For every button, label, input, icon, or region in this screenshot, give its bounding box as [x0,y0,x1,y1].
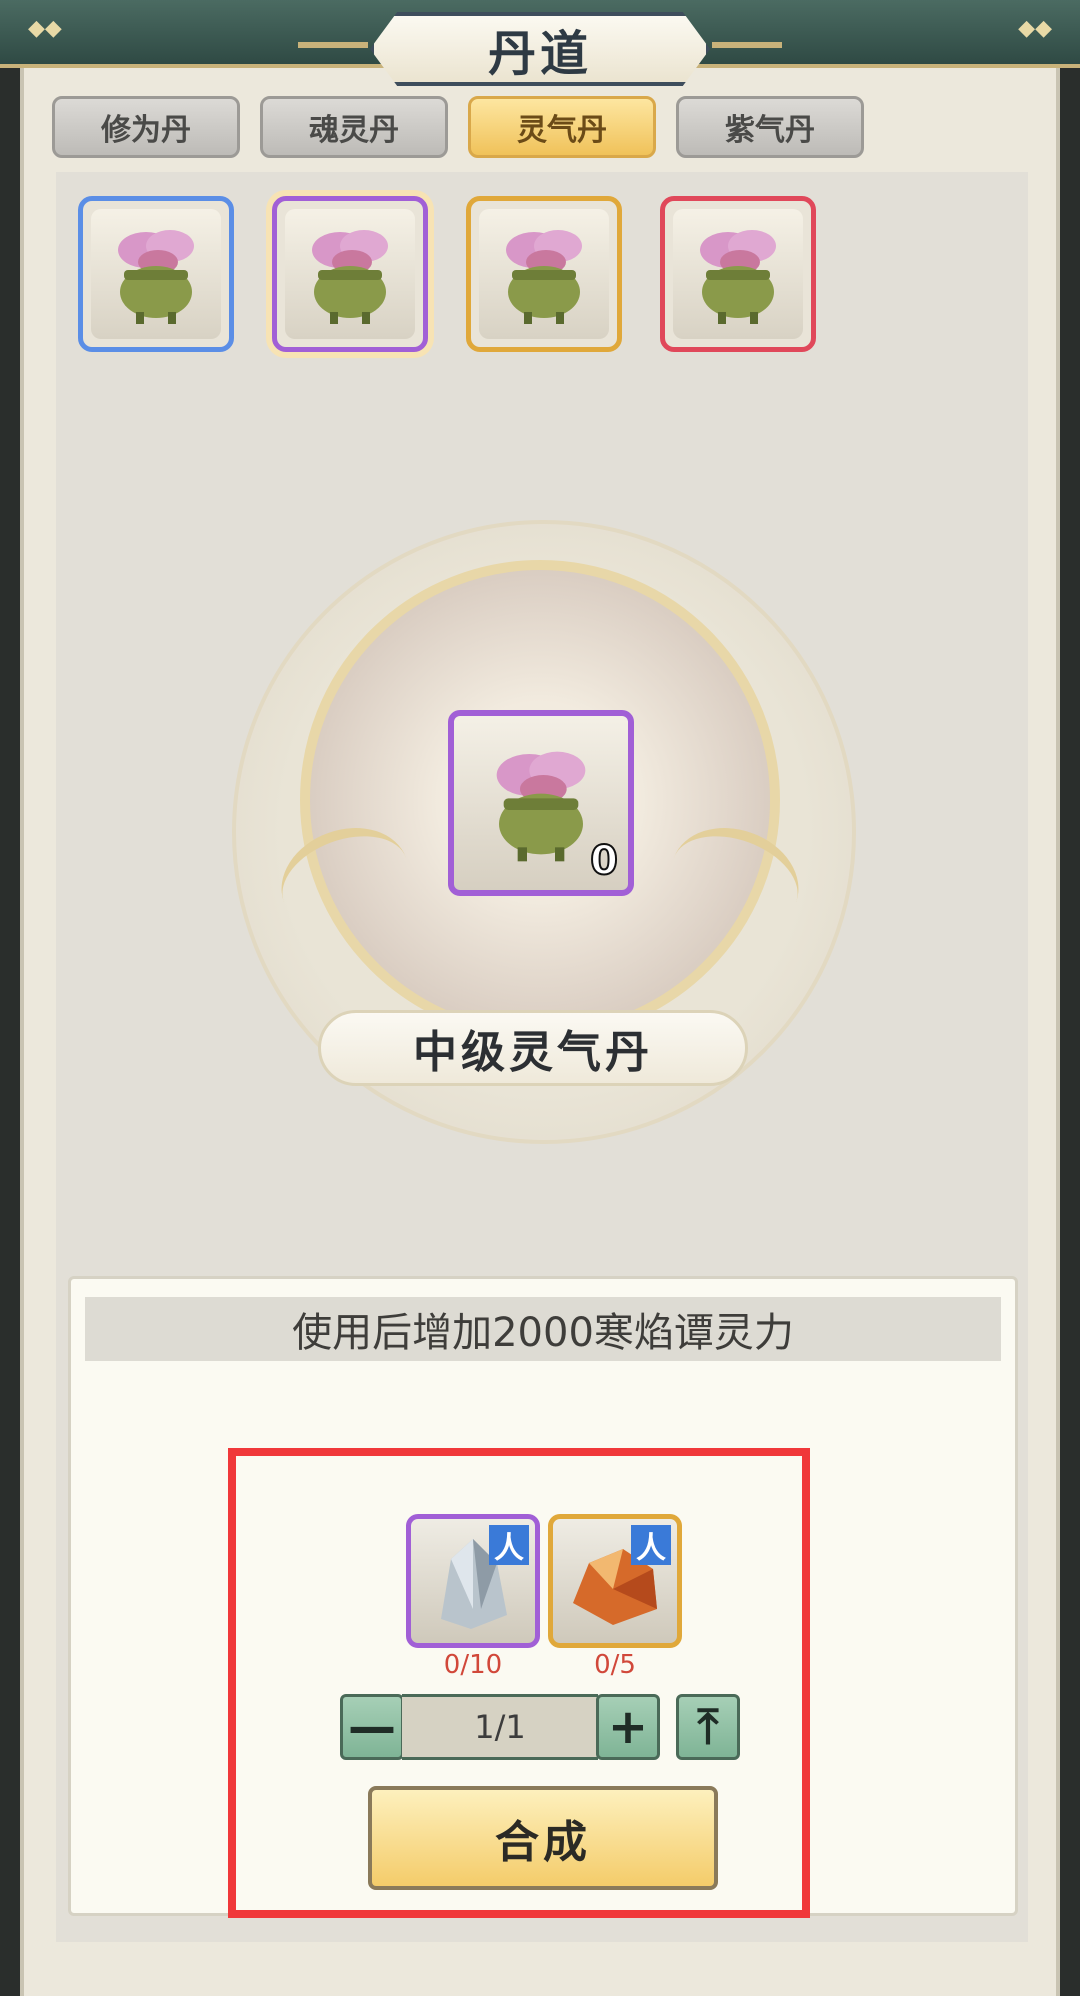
tab-xiuwei[interactable]: 修为丹 [52,96,240,158]
ornament-left-icon: ◆◆ [28,16,62,41]
pill-slot-gold[interactable] [466,196,622,352]
tab-lingqi[interactable]: 灵气丹 [468,96,656,158]
item-name-plate: 中级灵气丹 [318,1010,748,1086]
cauldron-lingzhi-icon [118,230,194,324]
highlight-box [228,1448,810,1918]
pill-count: 0 [589,837,619,885]
title-deco-left [298,42,368,48]
ornament-right-icon: ◆◆ [1018,16,1052,41]
tab-hunling[interactable]: 魂灵丹 [260,96,448,158]
selected-pill-slot: 0 [448,710,634,896]
page-title: 丹道 [370,12,710,86]
pill-slot-red[interactable] [660,196,816,352]
pill-slot-blue[interactable] [78,196,234,352]
item-description: 使用后增加2000寒焰谭灵力 [85,1297,1001,1361]
pill-slot-purple-selected[interactable] [272,196,428,352]
title-deco-right [712,42,782,48]
cauldron-lingzhi-icon [312,230,388,324]
cauldron-lingzhi-icon [700,230,776,324]
tab-ziqi[interactable]: 紫气丹 [676,96,864,158]
cauldron-lingzhi-icon [506,230,582,324]
item-name: 中级灵气丹 [413,1027,653,1078]
page-title-text: 丹道 [487,26,592,82]
